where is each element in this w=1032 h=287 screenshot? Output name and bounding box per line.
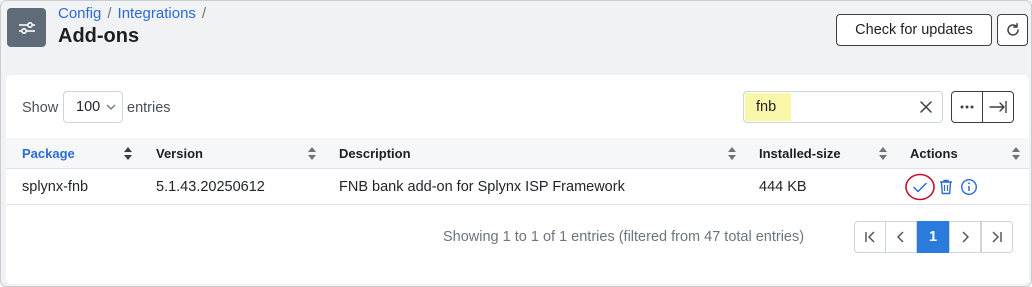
refresh-button[interactable] bbox=[997, 14, 1028, 46]
page-size-value: 100 bbox=[76, 99, 101, 115]
sort-icon[interactable] bbox=[728, 147, 736, 160]
cell-description: FNB bank add-on for Splynx ISP Framework bbox=[339, 178, 625, 195]
search-input[interactable]: fnb bbox=[743, 91, 943, 123]
breadcrumb-separator: / bbox=[201, 5, 207, 22]
install-check-icon[interactable] bbox=[904, 172, 936, 202]
breadcrumb-link-integrations[interactable]: Integrations bbox=[118, 5, 196, 22]
column-header-actions[interactable]: Actions bbox=[910, 138, 958, 169]
breadcrumb-link-config[interactable]: Config bbox=[58, 5, 101, 22]
more-options-button[interactable] bbox=[951, 91, 983, 123]
check-for-updates-button[interactable]: Check for updates bbox=[836, 14, 992, 46]
sort-icon[interactable] bbox=[1012, 147, 1020, 160]
cell-installed-size: 444 KB bbox=[759, 178, 807, 195]
page-button-current[interactable]: 1 bbox=[917, 221, 949, 253]
chevron-down-icon bbox=[106, 104, 116, 110]
breadcrumb: Config / Integrations / bbox=[58, 5, 206, 22]
next-page-button[interactable] bbox=[949, 221, 981, 253]
export-button[interactable] bbox=[982, 91, 1014, 123]
table-header: Package Version Description Installed-si… bbox=[6, 138, 1029, 169]
more-dots-icon bbox=[960, 105, 974, 109]
settings-sliders-icon bbox=[7, 8, 46, 47]
app-frame: Config / Integrations / Add-ons Check fo… bbox=[0, 0, 1032, 287]
chevron-first-icon bbox=[865, 231, 875, 243]
table-row: splynx-fnb 5.1.43.20250612 FNB bank add-… bbox=[6, 169, 1029, 205]
trash-icon[interactable] bbox=[937, 178, 955, 196]
info-icon[interactable] bbox=[960, 178, 978, 196]
sort-icon[interactable] bbox=[308, 147, 316, 160]
arrow-to-right-icon bbox=[989, 101, 1007, 113]
column-header-package[interactable]: Package bbox=[22, 138, 75, 169]
sort-icon[interactable] bbox=[124, 147, 132, 160]
column-header-installed-size[interactable]: Installed-size bbox=[759, 138, 841, 169]
column-header-description[interactable]: Description bbox=[339, 138, 411, 169]
chevron-last-icon bbox=[992, 231, 1002, 243]
page-size-select[interactable]: 100 bbox=[63, 91, 123, 123]
first-page-button[interactable] bbox=[854, 221, 886, 253]
previous-page-button[interactable] bbox=[885, 221, 917, 253]
addons-table-card: Show 100 entries fnb Package Version Des… bbox=[6, 75, 1029, 284]
entries-label: entries bbox=[127, 100, 171, 116]
show-label: Show bbox=[22, 100, 59, 116]
refresh-icon bbox=[1006, 23, 1019, 36]
page-title: Add-ons bbox=[58, 25, 140, 47]
chevron-right-icon bbox=[962, 231, 969, 243]
clear-search-icon[interactable] bbox=[918, 99, 934, 115]
last-page-button[interactable] bbox=[981, 221, 1013, 253]
cell-version: 5.1.43.20250612 bbox=[156, 178, 265, 195]
sort-icon[interactable] bbox=[879, 147, 887, 160]
breadcrumb-separator: / bbox=[107, 5, 112, 22]
chevron-left-icon bbox=[897, 231, 904, 243]
search-input-value: fnb bbox=[756, 99, 777, 115]
cell-package: splynx-fnb bbox=[22, 178, 89, 195]
pagination-info: Showing 1 to 1 of 1 entries (filtered fr… bbox=[443, 229, 805, 245]
column-header-version[interactable]: Version bbox=[156, 138, 203, 169]
